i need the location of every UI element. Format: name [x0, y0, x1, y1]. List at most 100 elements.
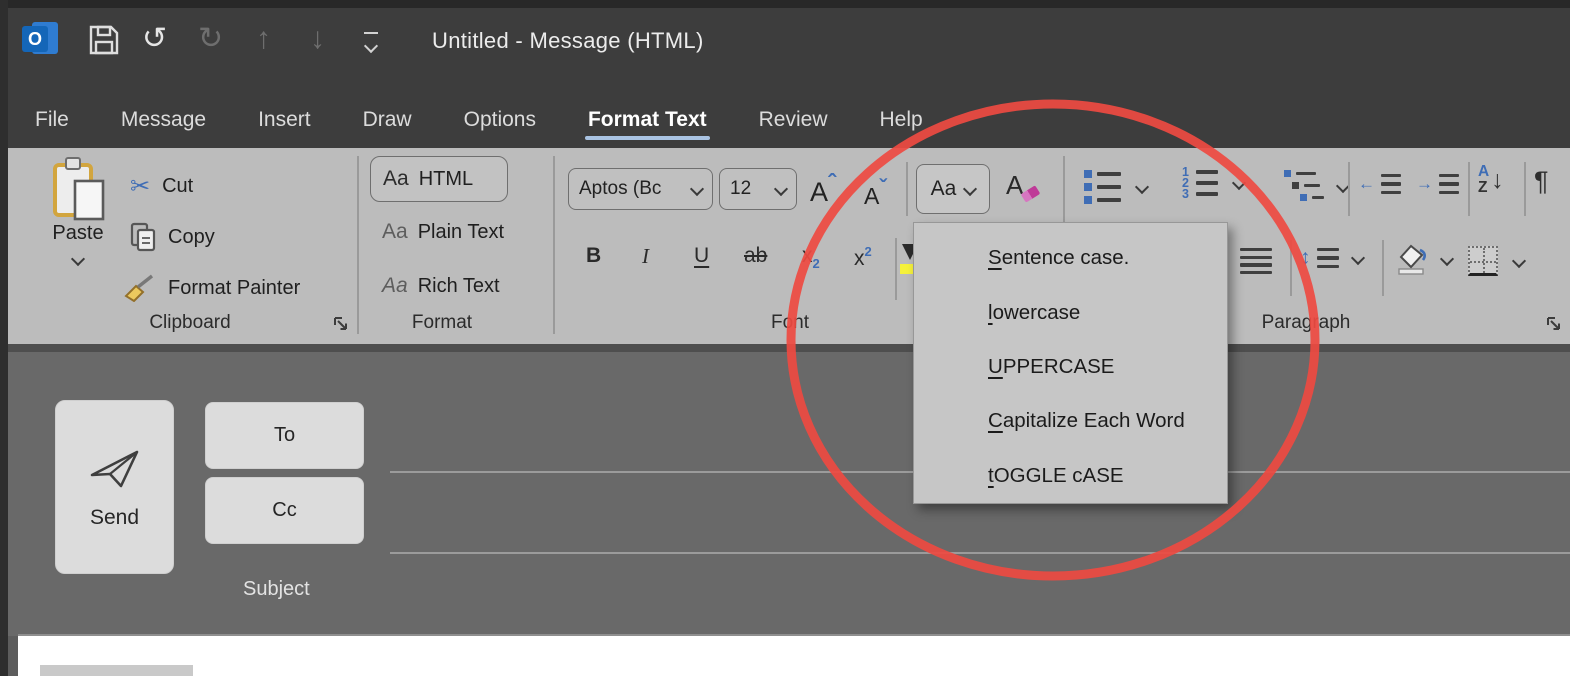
grow-font-caret-icon: ˆ — [828, 170, 836, 197]
increase-indent-arrow-icon: → — [1416, 174, 1433, 194]
bold-button[interactable]: B — [586, 244, 601, 268]
numbering-button[interactable]: 1 2 3 — [1182, 168, 1244, 198]
html-label: HTML — [419, 168, 473, 191]
window-title: Untitled - Message (HTML) — [432, 28, 704, 54]
grow-font-a: A — [810, 177, 828, 207]
paste-dropdown-chevron-icon[interactable] — [71, 252, 85, 266]
tab-message[interactable]: Message — [121, 108, 206, 132]
numbering-chevron-icon[interactable] — [1232, 176, 1246, 190]
tab-draw[interactable]: Draw — [363, 108, 412, 132]
subscript-2: 2 — [813, 256, 820, 271]
tab-file[interactable]: File — [35, 108, 69, 132]
bullets-icon — [1084, 170, 1121, 204]
html-aa-icon: Aa — [383, 167, 409, 191]
format-painter-button[interactable]: Format Painter — [124, 274, 300, 302]
format-rich-text-button[interactable]: Aa Rich Text — [382, 274, 500, 298]
borders-button[interactable] — [1468, 246, 1524, 276]
accel-letter: C — [988, 409, 1003, 433]
change-case-menu: Sentence case. lowercase UPPERCASE Capit… — [913, 222, 1228, 504]
window-left-edge — [0, 0, 8, 676]
window-top-edge — [0, 0, 1570, 8]
paste-button[interactable]: Paste — [36, 156, 120, 296]
move-down-icon[interactable]: ↓ — [310, 22, 325, 56]
copy-label: Copy — [168, 226, 215, 249]
shrink-font-button[interactable]: Aˇ — [864, 175, 887, 210]
outlook-message-window: O ↺ ↻ ↑ ↓ Untitled - Message (HTML) File… — [0, 0, 1570, 676]
outlook-icon-letter: O — [22, 26, 48, 52]
signature-placeholder — [40, 665, 193, 676]
tab-review[interactable]: Review — [759, 108, 828, 132]
multilevel-list-button[interactable] — [1284, 170, 1348, 201]
tab-options[interactable]: Options — [464, 108, 536, 132]
change-case-button[interactable]: Aa — [916, 164, 990, 214]
clipboard-dialog-launcher-icon[interactable] — [332, 315, 349, 332]
font-size-combobox[interactable]: 12 — [719, 168, 797, 210]
shading-button[interactable] — [1394, 242, 1452, 276]
small-separator — [1382, 240, 1384, 296]
tab-insert[interactable]: Insert — [258, 108, 311, 132]
strikethrough-button[interactable]: ab — [744, 244, 767, 268]
small-separator — [906, 162, 908, 216]
sort-arrow-icon: ↓ — [1491, 166, 1504, 195]
increase-indent-button[interactable]: → — [1416, 174, 1459, 194]
clear-formatting-button[interactable]: A — [1006, 170, 1023, 201]
sort-button[interactable]: A Z ↓ — [1478, 164, 1504, 196]
italic-button[interactable]: I — [642, 244, 649, 269]
format-group-label: Format — [372, 312, 512, 334]
move-up-icon[interactable]: ↑ — [256, 22, 271, 56]
menu-item-sentence-case[interactable]: Sentence case. — [914, 231, 1227, 285]
to-button[interactable]: To — [205, 402, 364, 469]
menu-item-uppercase[interactable]: UPPERCASE — [914, 340, 1227, 394]
subscript-button[interactable]: x2 — [802, 244, 820, 271]
paste-clipboard-icon — [49, 156, 107, 222]
superscript-x: x — [854, 247, 865, 270]
show-paragraph-marks-button[interactable]: ¶ — [1534, 166, 1549, 197]
group-separator — [357, 156, 359, 334]
font-size-value: 12 — [730, 178, 751, 200]
bullets-chevron-icon[interactable] — [1135, 180, 1149, 194]
line-spacing-arrows-icon: ↕ — [1300, 246, 1311, 270]
bullets-button[interactable] — [1084, 170, 1147, 204]
undo-icon[interactable]: ↺ — [142, 22, 167, 56]
copy-button[interactable]: Copy — [130, 222, 215, 252]
send-button[interactable]: Send — [55, 400, 174, 574]
message-body[interactable] — [18, 636, 1570, 676]
multilevel-list-icon — [1284, 170, 1324, 201]
outlook-app-icon[interactable]: O — [22, 22, 58, 58]
cut-button[interactable]: ✂ Cut — [130, 172, 193, 201]
format-html-button[interactable]: Aa HTML — [370, 156, 508, 202]
cut-scissors-icon: ✂ — [130, 172, 150, 201]
customize-quick-access-toolbar-icon[interactable] — [364, 32, 380, 55]
accel-letter: S — [988, 246, 1002, 270]
format-painter-label: Format Painter — [168, 277, 300, 300]
line-spacing-button[interactable]: ↕ — [1300, 246, 1363, 270]
small-separator — [1290, 240, 1292, 296]
send-plane-icon — [87, 444, 143, 492]
tab-help[interactable]: Help — [879, 108, 922, 132]
plain-text-aa-icon: Aa — [382, 220, 408, 244]
menu-item-lowercase[interactable]: lowercase — [914, 285, 1227, 339]
rich-text-aa-icon: Aa — [382, 274, 408, 298]
ribbon-tab-bar: File Message Insert Draw Options Format … — [35, 100, 923, 140]
cc-button[interactable]: Cc — [205, 477, 364, 544]
redo-icon[interactable]: ↻ — [198, 22, 223, 56]
menu-item-toggle-case[interactable]: tOGGLE cASE — [914, 449, 1227, 503]
decrease-indent-button[interactable]: ← — [1358, 174, 1401, 194]
justify-button[interactable] — [1240, 248, 1272, 274]
menu-item-capitalize-each-word[interactable]: Capitalize Each Word — [914, 394, 1227, 448]
body-left-margin — [8, 636, 18, 676]
save-icon[interactable] — [88, 24, 120, 61]
underline-button[interactable]: U — [694, 244, 709, 268]
shrink-font-caret-icon: ˇ — [879, 175, 886, 200]
superscript-button[interactable]: x2 — [854, 244, 872, 271]
grow-font-button[interactable]: Aˆ — [810, 170, 836, 208]
rich-text-label: Rich Text — [418, 275, 500, 298]
format-painter-brush-icon — [124, 274, 156, 302]
tab-format-text[interactable]: Format Text — [588, 108, 707, 132]
cc-field[interactable] — [390, 552, 1570, 554]
paragraph-dialog-launcher-icon[interactable] — [1545, 315, 1562, 332]
increase-indent-lines-icon — [1439, 174, 1459, 194]
cut-label: Cut — [162, 175, 193, 198]
font-name-combobox[interactable]: Aptos (Bc — [568, 168, 713, 210]
format-plain-text-button[interactable]: Aa Plain Text — [382, 220, 504, 244]
